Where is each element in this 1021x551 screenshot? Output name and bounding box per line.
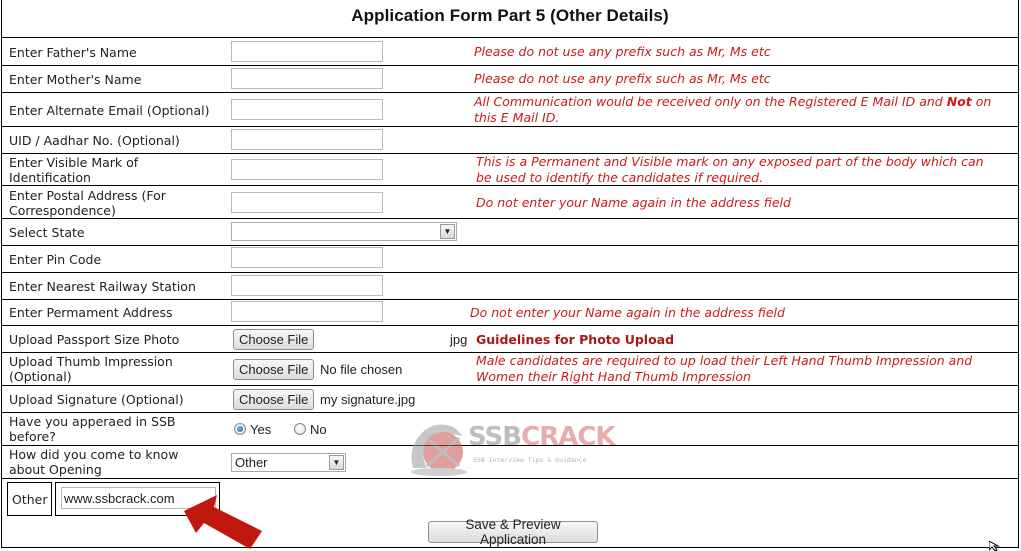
label-source: How did you come to know about Opening xyxy=(9,447,178,477)
row-signature: Upload Signature (Optional) Choose File … xyxy=(2,386,1018,413)
page-title: Application Form Part 5 (Other Details) xyxy=(351,5,669,25)
pin-code-input[interactable] xyxy=(231,247,383,268)
choose-file-thumb-button[interactable]: Choose File xyxy=(233,359,315,380)
label-passport-photo: Upload Passport Size Photo xyxy=(9,332,180,347)
label-signature: Upload Signature (Optional) xyxy=(9,392,184,407)
note-alternate-email: All Communication would be received only… xyxy=(474,94,991,126)
watermark-tagline: SSB Interview Tips & Guidance xyxy=(473,456,587,464)
label-postal-address: Enter Postal Address (For Correspondence… xyxy=(9,188,166,218)
row-state: Select State ▼ xyxy=(2,219,1018,246)
watermark-brand: SSBCRACK xyxy=(468,422,616,452)
mouse-cursor-icon xyxy=(989,541,1000,551)
note-mother-name: Please do not use any prefix such as Mr,… xyxy=(474,71,771,86)
label-other: Other xyxy=(12,492,48,507)
label-thumb-line1: Upload Thumb Impression xyxy=(9,354,173,369)
row-passport-photo: Upload Passport Size Photo Choose File j… xyxy=(2,326,1018,353)
note-email-bold: Not xyxy=(946,94,972,109)
label-state: Select State xyxy=(9,225,85,240)
note-thumb-line1: Male candidates are required to up load … xyxy=(476,353,973,368)
label-postal-address-line2: Correspondence) xyxy=(9,203,116,218)
label-permanent-address: Enter Permament Address xyxy=(9,305,173,320)
signature-file-name: my signature.jpg xyxy=(320,392,416,407)
label-father-name: Enter Father's Name xyxy=(9,45,137,60)
note-thumb-line2: Women their Right Hand Thumb Impression xyxy=(476,369,751,384)
note-visible-mark-line1: This is a Permanent and Visible mark on … xyxy=(476,154,984,169)
radio-no[interactable] xyxy=(294,423,306,435)
label-railway-station: Enter Nearest Railway Station xyxy=(9,279,196,294)
source-select[interactable]: Other ▼ xyxy=(231,453,346,472)
chevron-down-icon[interactable]: ▼ xyxy=(440,224,455,239)
watermark-brand-crack: CRACK xyxy=(521,422,615,452)
note-permanent-address: Do not enter your Name again in the addr… xyxy=(470,305,785,320)
label-appeared-ssb-line2: before? xyxy=(9,429,56,444)
row-mother-name: Enter Mother's Name Please do not use an… xyxy=(2,66,1018,93)
photo-file-name: jpg xyxy=(450,332,468,347)
source-selected-value: Other xyxy=(235,455,268,470)
watermark-logo: SSBCRACK SSB Interview Tips & Guidance xyxy=(405,416,635,476)
label-appeared-ssb-line1: Have you apperaed in SSB xyxy=(9,414,176,429)
visible-mark-input[interactable] xyxy=(231,159,383,180)
radio-no-label[interactable]: No xyxy=(310,422,327,437)
row-alternate-email: Enter Alternate Email (Optional) All Com… xyxy=(2,93,1018,127)
note-postal-address: Do not enter your Name again in the addr… xyxy=(476,195,791,210)
label-appeared-ssb: Have you apperaed in SSB before? xyxy=(9,414,176,444)
label-visible-mark: Enter Visible Mark of Identification xyxy=(9,155,138,185)
watermark-brand-ssb: SSB xyxy=(468,422,522,452)
save-preview-button[interactable]: Save & Preview Application xyxy=(428,517,598,547)
label-visible-mark-line1: Enter Visible Mark of xyxy=(9,155,139,170)
other-label-cell: Other xyxy=(7,482,52,516)
label-visible-mark-line2: Identification xyxy=(9,170,91,185)
note-email-text-end: on xyxy=(971,94,992,109)
label-pin-code: Enter Pin Code xyxy=(9,252,102,267)
row-pin-code: Enter Pin Code xyxy=(2,246,1018,273)
radio-yes-label[interactable]: Yes xyxy=(250,422,271,437)
state-select[interactable]: ▼ xyxy=(231,222,457,241)
label-mother-name: Enter Mother's Name xyxy=(9,72,142,87)
red-arrow-icon xyxy=(184,495,262,549)
label-source-line2: about Opening xyxy=(9,462,102,477)
label-aadhar: UID / Aadhar No. (Optional) xyxy=(9,133,180,148)
radio-yes[interactable] xyxy=(234,423,246,435)
railway-station-input[interactable] xyxy=(231,275,383,296)
chevron-down-icon[interactable]: ▼ xyxy=(329,455,344,470)
photo-guidelines-link[interactable]: Guidelines for Photo Upload xyxy=(476,332,674,347)
mother-name-input[interactable] xyxy=(231,68,383,89)
label-thumb-line2: (Optional) xyxy=(9,369,72,384)
note-email-line2: this E Mail ID. xyxy=(474,110,560,125)
row-visible-mark: Enter Visible Mark of Identification Thi… xyxy=(2,154,1018,186)
label-thumb: Upload Thumb Impression (Optional) xyxy=(9,354,173,384)
postal-address-input[interactable] xyxy=(231,192,383,213)
note-thumb: Male candidates are required to up load … xyxy=(476,353,972,385)
choose-file-signature-button[interactable]: Choose File xyxy=(233,389,315,410)
watermark-emblem-icon xyxy=(411,424,467,476)
permanent-address-input[interactable] xyxy=(231,301,383,322)
row-aadhar: UID / Aadhar No. (Optional) xyxy=(2,127,1018,154)
row-railway-station: Enter Nearest Railway Station xyxy=(2,273,1018,300)
row-permanent-address: Enter Permament Address Do not enter you… xyxy=(2,300,1018,326)
father-name-input[interactable] xyxy=(231,41,383,62)
note-visible-mark-line2: be used to identify the candidates if re… xyxy=(476,170,764,185)
note-father-name: Please do not use any prefix such as Mr,… xyxy=(474,44,771,59)
alternate-email-input[interactable] xyxy=(231,99,383,120)
row-postal-address: Enter Postal Address (For Correspondence… xyxy=(2,186,1018,219)
label-postal-address-line1: Enter Postal Address (For xyxy=(9,188,166,203)
label-source-line1: How did you come to know xyxy=(9,447,179,462)
row-thumb-impression: Upload Thumb Impression (Optional) Choos… xyxy=(2,353,1018,386)
label-alternate-email: Enter Alternate Email (Optional) xyxy=(9,103,210,118)
choose-file-photo-button[interactable]: Choose File xyxy=(233,329,315,350)
application-form: Application Form Part 5 (Other Details) … xyxy=(1,0,1019,549)
row-father-name: Enter Father's Name Please do not use an… xyxy=(2,38,1018,66)
note-visible-mark: This is a Permanent and Visible mark on … xyxy=(476,154,984,186)
title-row: Application Form Part 5 (Other Details) xyxy=(2,0,1018,38)
note-email-text: All Communication would be received only… xyxy=(474,94,947,109)
aadhar-input[interactable] xyxy=(231,129,383,150)
thumb-file-name: No file chosen xyxy=(320,362,403,377)
